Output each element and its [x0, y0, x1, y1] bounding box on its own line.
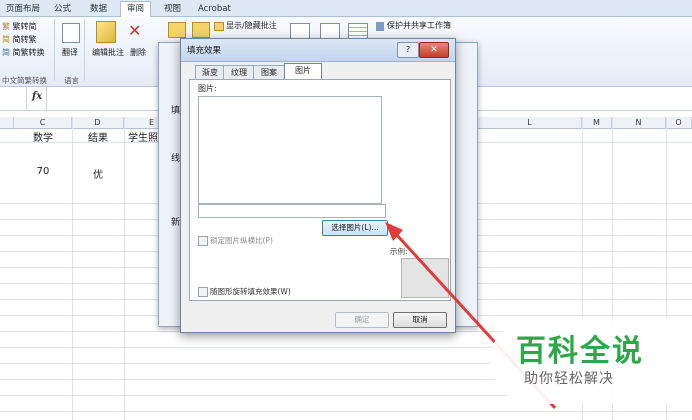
watermark-title: 百科全说 [516, 334, 644, 369]
watermark: 百科全说 助你轻松解决 [490, 318, 692, 404]
watermark-subtitle: 助你轻松解决 [524, 371, 614, 387]
